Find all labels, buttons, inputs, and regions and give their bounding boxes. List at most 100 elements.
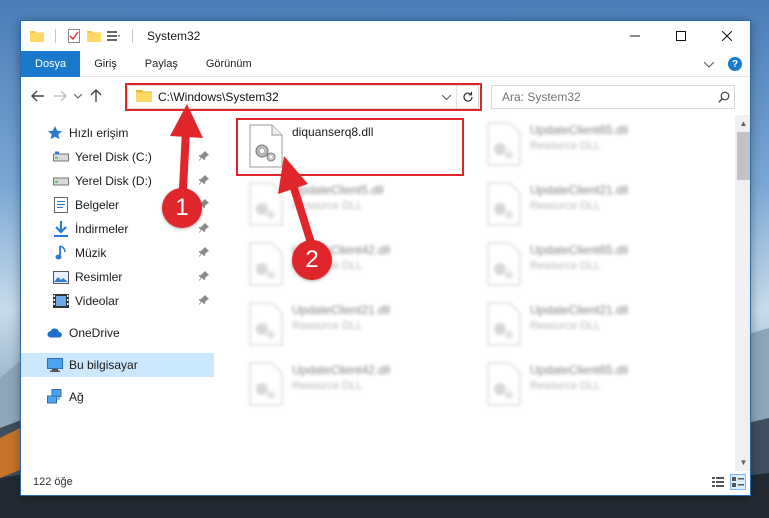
file-name: UpdateClient65.dll	[530, 363, 629, 377]
file-item[interactable]: UpdateClient65.dll Resource DLL	[478, 117, 704, 173]
pin-icon[interactable]	[198, 150, 210, 162]
sidebar-item-label: Videolar	[75, 294, 119, 308]
file-item[interactable]: UpdateClient65.dll Resource DLL	[478, 357, 704, 413]
sidebar-item-this-pc[interactable]: Bu bilgisayar	[21, 353, 214, 377]
file-type: Resource DLL	[530, 320, 601, 332]
file-name: UpdateClient65.dll	[530, 243, 629, 257]
file-item[interactable]: UpdateClient21.dll Resource DLL	[478, 297, 704, 353]
address-dropdown-button[interactable]	[436, 92, 456, 102]
main-content: Hızlı erişim Yerel Disk (C:) Yerel Disk …	[21, 115, 750, 471]
back-button[interactable]	[27, 85, 49, 107]
close-button[interactable]	[704, 21, 750, 51]
recent-locations-button[interactable]	[71, 93, 85, 99]
sidebar-item-quick-access[interactable]: Hızlı erişim	[21, 121, 214, 145]
file-item[interactable]: UpdateClient65.dll Resource DLL	[478, 237, 704, 293]
view-toggle	[710, 474, 746, 490]
refresh-icon	[462, 91, 473, 102]
pin-icon[interactable]	[198, 270, 210, 282]
videos-icon	[53, 293, 69, 309]
sidebar-item-music[interactable]: Müzik	[21, 241, 214, 265]
sidebar-item-label: Bu bilgisayar	[69, 358, 138, 372]
file-name: UpdateClient21.dll	[530, 183, 629, 197]
address-path: C:\Windows\System32	[158, 90, 279, 104]
pin-icon[interactable]	[198, 174, 210, 186]
network-icon	[47, 389, 63, 405]
search-box[interactable]	[491, 85, 735, 109]
folder-icon	[29, 28, 45, 44]
file-item-diquanserq8[interactable]: diquanserq8.dll	[240, 119, 466, 175]
file-item[interactable]: UpdateClient42.dllResource DLL	[240, 237, 466, 293]
forward-arrow-icon	[54, 90, 67, 102]
sidebar-item-pictures[interactable]: Resimler	[21, 265, 214, 289]
new-folder-icon[interactable]	[86, 28, 102, 44]
close-icon	[722, 31, 732, 41]
drive-icon	[53, 173, 69, 189]
file-type: Resource DLL	[530, 260, 601, 272]
dll-file-icon	[487, 182, 521, 226]
sidebar-item-local-disk-c[interactable]: Yerel Disk (C:)	[21, 145, 214, 169]
chevron-down-icon	[441, 94, 451, 101]
file-name: UpdateClient42.dll	[292, 363, 391, 377]
window-title: System32	[147, 29, 201, 43]
dll-file-icon	[487, 242, 521, 286]
dll-file-icon	[249, 124, 283, 168]
file-item[interactable]: UpdateClient21.dll Resource DLL	[478, 177, 704, 233]
file-type: Resource DLL	[530, 200, 601, 212]
refresh-button[interactable]	[456, 86, 478, 108]
window-controls	[612, 21, 750, 51]
callout-badge-1: 1	[162, 188, 202, 228]
search-icon[interactable]	[714, 91, 734, 103]
file-type: Resource DLL	[292, 380, 363, 392]
pin-icon[interactable]	[198, 246, 210, 258]
file-item[interactable]: UpdateClient5.dll Resource DLL	[240, 177, 466, 233]
properties-icon[interactable]	[66, 28, 82, 44]
sidebar-item-network[interactable]: Ağ	[21, 385, 214, 409]
address-bar[interactable]: C:\Windows\System32	[127, 85, 479, 109]
documents-icon	[53, 197, 69, 213]
back-arrow-icon	[31, 90, 44, 102]
search-input[interactable]	[502, 90, 714, 104]
music-icon	[53, 245, 69, 261]
sidebar-item-onedrive[interactable]: OneDrive	[21, 321, 214, 345]
chevron-down-icon	[74, 93, 82, 99]
tiles-view-icon[interactable]	[730, 474, 746, 490]
details-view-icon[interactable]	[710, 474, 726, 490]
tab-file[interactable]: Dosya	[21, 50, 81, 77]
cloud-icon	[47, 325, 63, 341]
file-name: diquanserq8.dll	[292, 125, 374, 139]
minimize-button[interactable]	[612, 21, 658, 51]
file-name: UpdateClient21.dll	[292, 303, 391, 317]
dll-file-icon	[487, 302, 521, 346]
up-button[interactable]	[85, 85, 107, 107]
file-item[interactable]: UpdateClient21.dll Resource DLL	[240, 297, 466, 353]
scroll-thumb[interactable]	[737, 132, 750, 180]
file-explorer-window: System32 Dosya Giriş Paylaş Görünüm ? C:…	[20, 20, 751, 496]
help-icon[interactable]: ?	[728, 57, 742, 71]
computer-icon	[47, 357, 63, 373]
scroll-up-button[interactable]: ▲	[735, 115, 750, 132]
maximize-button[interactable]	[658, 21, 704, 51]
dll-file-icon	[487, 362, 521, 406]
sidebar-item-videos[interactable]: Videolar	[21, 289, 214, 313]
pin-icon[interactable]	[198, 222, 210, 234]
file-name: UpdateClient65.dll	[530, 123, 629, 137]
ribbon-tabs: Dosya Giriş Paylaş Görünüm ?	[21, 50, 750, 77]
tab-view[interactable]: Görünüm	[192, 51, 266, 77]
dll-file-icon	[249, 182, 283, 226]
quick-access-toolbar: System32	[29, 28, 200, 44]
file-item[interactable]: UpdateClient42.dll Resource DLL	[240, 357, 466, 413]
vertical-scrollbar[interactable]: ▲ ▼	[735, 115, 750, 471]
sidebar-item-label: Yerel Disk (D:)	[75, 174, 152, 188]
navigation-bar: C:\Windows\System32	[21, 77, 750, 115]
tab-share[interactable]: Paylaş	[131, 51, 192, 77]
sidebar-item-label: OneDrive	[69, 326, 120, 340]
tab-home[interactable]: Giriş	[80, 51, 131, 77]
file-name: UpdateClient21.dll	[530, 303, 629, 317]
file-type: Resource DLL	[292, 320, 363, 332]
expand-ribbon-icon[interactable]	[703, 57, 715, 71]
customize-toolbar-icon[interactable]	[106, 28, 122, 44]
sidebar-item-label: İndirmeler	[75, 222, 129, 236]
pin-icon[interactable]	[198, 294, 210, 306]
forward-button[interactable]	[49, 85, 71, 107]
minimize-icon	[630, 35, 640, 37]
